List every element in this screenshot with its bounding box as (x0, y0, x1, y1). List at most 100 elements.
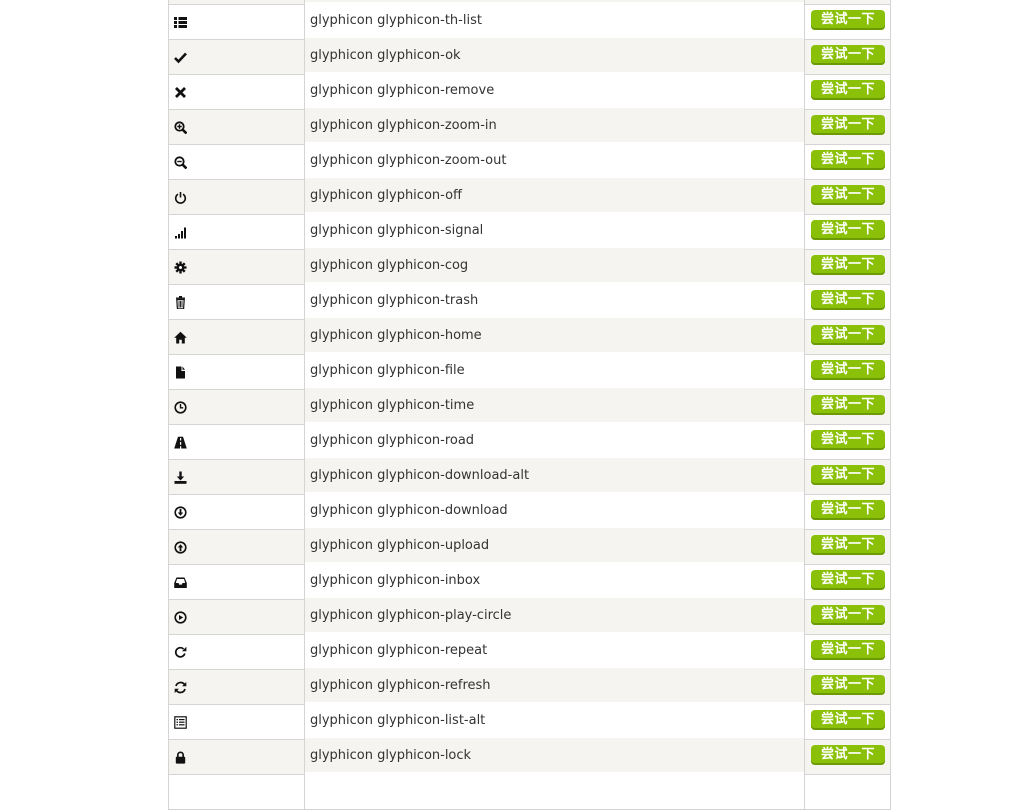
lock-icon (174, 751, 304, 764)
glyphicon-class-name: glyphicon glyphicon-trash (304, 282, 805, 318)
glyphicon-class-name: glyphicon glyphicon-repeat (304, 632, 805, 668)
table-row: glyphicon glyphicon-th-list 尝试一下 (168, 2, 891, 40)
repeat-icon (174, 646, 304, 659)
try-it-button[interactable]: 尝试一下 (811, 570, 885, 590)
action-cell: 尝试一下 (804, 74, 891, 110)
action-cell: 尝试一下 (804, 249, 891, 285)
zoom-in-icon (174, 120, 304, 134)
try-it-button[interactable]: 尝试一下 (811, 395, 885, 415)
table-row: glyphicon glyphicon-list-alt 尝试一下 (168, 702, 891, 740)
glyphicon-class-name: glyphicon glyphicon-cog (304, 247, 805, 283)
glyphicon-table: glyphicon glyphicon-th-list 尝试一下 glyphicon… (168, 0, 891, 810)
action-cell: 尝试一下 (804, 4, 891, 40)
action-cell: 尝试一下 (804, 599, 891, 635)
action-cell: 尝试一下 (804, 179, 891, 215)
download-icon (174, 505, 304, 519)
table-row: glyphicon glyphicon-ok 尝试一下 (168, 37, 891, 75)
table-row: glyphicon glyphicon-zoom-in 尝试一下 (168, 107, 891, 145)
glyphicon-class-name: glyphicon glyphicon-th-list (304, 2, 805, 38)
try-it-button[interactable]: 尝试一下 (811, 710, 885, 730)
try-it-button[interactable]: 尝试一下 (811, 500, 885, 520)
refresh-icon (174, 681, 304, 694)
icon-cell (168, 634, 305, 670)
try-it-button[interactable]: 尝试一下 (811, 10, 885, 30)
try-it-button[interactable]: 尝试一下 (811, 605, 885, 625)
glyphicon-class-name: glyphicon glyphicon-upload (304, 527, 805, 563)
table-row: glyphicon glyphicon-zoom-out 尝试一下 (168, 142, 891, 180)
ok-icon (174, 51, 304, 64)
try-it-button[interactable]: 尝试一下 (811, 290, 885, 310)
icon-cell (168, 4, 305, 40)
trash-icon (174, 295, 304, 309)
icon-cell (168, 39, 305, 75)
action-cell: 尝试一下 (804, 529, 891, 565)
try-it-button[interactable]: 尝试一下 (811, 535, 885, 555)
glyphicon-class-name: glyphicon glyphicon-ok (304, 37, 805, 73)
icon-cell (168, 389, 305, 425)
action-cell (804, 774, 891, 810)
table-row (168, 772, 891, 810)
glyphicon-class-name: glyphicon glyphicon-time (304, 387, 805, 423)
try-it-button[interactable]: 尝试一下 (811, 745, 885, 765)
try-it-button[interactable]: 尝试一下 (811, 255, 885, 275)
action-cell: 尝试一下 (804, 494, 891, 530)
remove-icon (174, 86, 304, 99)
action-cell: 尝试一下 (804, 739, 891, 775)
try-it-button[interactable]: 尝试一下 (811, 45, 885, 65)
glyphicon-class-name: glyphicon glyphicon-off (304, 177, 805, 213)
glyphicon-class-name: glyphicon glyphicon-file (304, 352, 805, 388)
try-it-button[interactable]: 尝试一下 (811, 150, 885, 170)
glyphicon-class-name: glyphicon glyphicon-zoom-out (304, 142, 805, 178)
icon-cell (168, 739, 305, 775)
glyphicon-table-container: glyphicon glyphicon-th-list 尝试一下 glyphicon… (168, 0, 891, 810)
cog-icon (174, 261, 304, 274)
glyphicon-class-name: glyphicon glyphicon-road (304, 422, 805, 458)
glyphicon-class-name: glyphicon glyphicon-play-circle (304, 597, 805, 633)
table-row: glyphicon glyphicon-download 尝试一下 (168, 492, 891, 530)
table-row: glyphicon glyphicon-remove 尝试一下 (168, 72, 891, 110)
action-cell: 尝试一下 (804, 284, 891, 320)
action-cell: 尝试一下 (804, 389, 891, 425)
table-row: glyphicon glyphicon-trash 尝试一下 (168, 282, 891, 320)
table-row: glyphicon glyphicon-repeat 尝试一下 (168, 632, 891, 670)
table-row: glyphicon glyphicon-off 尝试一下 (168, 177, 891, 215)
icon-cell (168, 74, 305, 110)
table-row: glyphicon glyphicon-upload 尝试一下 (168, 527, 891, 565)
try-it-button[interactable]: 尝试一下 (811, 430, 885, 450)
try-it-button[interactable]: 尝试一下 (811, 80, 885, 100)
try-it-button[interactable]: 尝试一下 (811, 640, 885, 660)
glyphicon-class-name: glyphicon glyphicon-inbox (304, 562, 805, 598)
road-icon (174, 436, 304, 449)
try-it-button[interactable]: 尝试一下 (811, 325, 885, 345)
action-cell: 尝试一下 (804, 669, 891, 705)
table-row: glyphicon glyphicon-signal 尝试一下 (168, 212, 891, 250)
icon-cell (168, 284, 305, 320)
table-row: glyphicon glyphicon-refresh 尝试一下 (168, 667, 891, 705)
icon-cell (168, 214, 305, 250)
table-row: glyphicon glyphicon-road 尝试一下 (168, 422, 891, 460)
try-it-button[interactable]: 尝试一下 (811, 220, 885, 240)
glyphicon-class-name: glyphicon glyphicon-signal (304, 212, 805, 248)
action-cell: 尝试一下 (804, 564, 891, 600)
try-it-button[interactable]: 尝试一下 (811, 360, 885, 380)
home-icon (174, 331, 304, 344)
icon-cell (168, 179, 305, 215)
icon-cell (168, 144, 305, 180)
th-list-icon (174, 16, 304, 29)
try-it-button[interactable]: 尝试一下 (811, 185, 885, 205)
action-cell: 尝试一下 (804, 704, 891, 740)
try-it-button[interactable]: 尝试一下 (811, 465, 885, 485)
inbox-icon (174, 576, 304, 589)
icon-cell (168, 424, 305, 460)
icon-cell (168, 564, 305, 600)
zoom-out-icon (174, 155, 304, 169)
icon-cell (168, 669, 305, 705)
try-it-button[interactable]: 尝试一下 (811, 675, 885, 695)
icon-cell (168, 109, 305, 145)
table-row: glyphicon glyphicon-home 尝试一下 (168, 317, 891, 355)
icon-cell (168, 529, 305, 565)
try-it-button[interactable]: 尝试一下 (811, 115, 885, 135)
action-cell: 尝试一下 (804, 214, 891, 250)
table-row: glyphicon glyphicon-play-circle 尝试一下 (168, 597, 891, 635)
action-cell: 尝试一下 (804, 459, 891, 495)
